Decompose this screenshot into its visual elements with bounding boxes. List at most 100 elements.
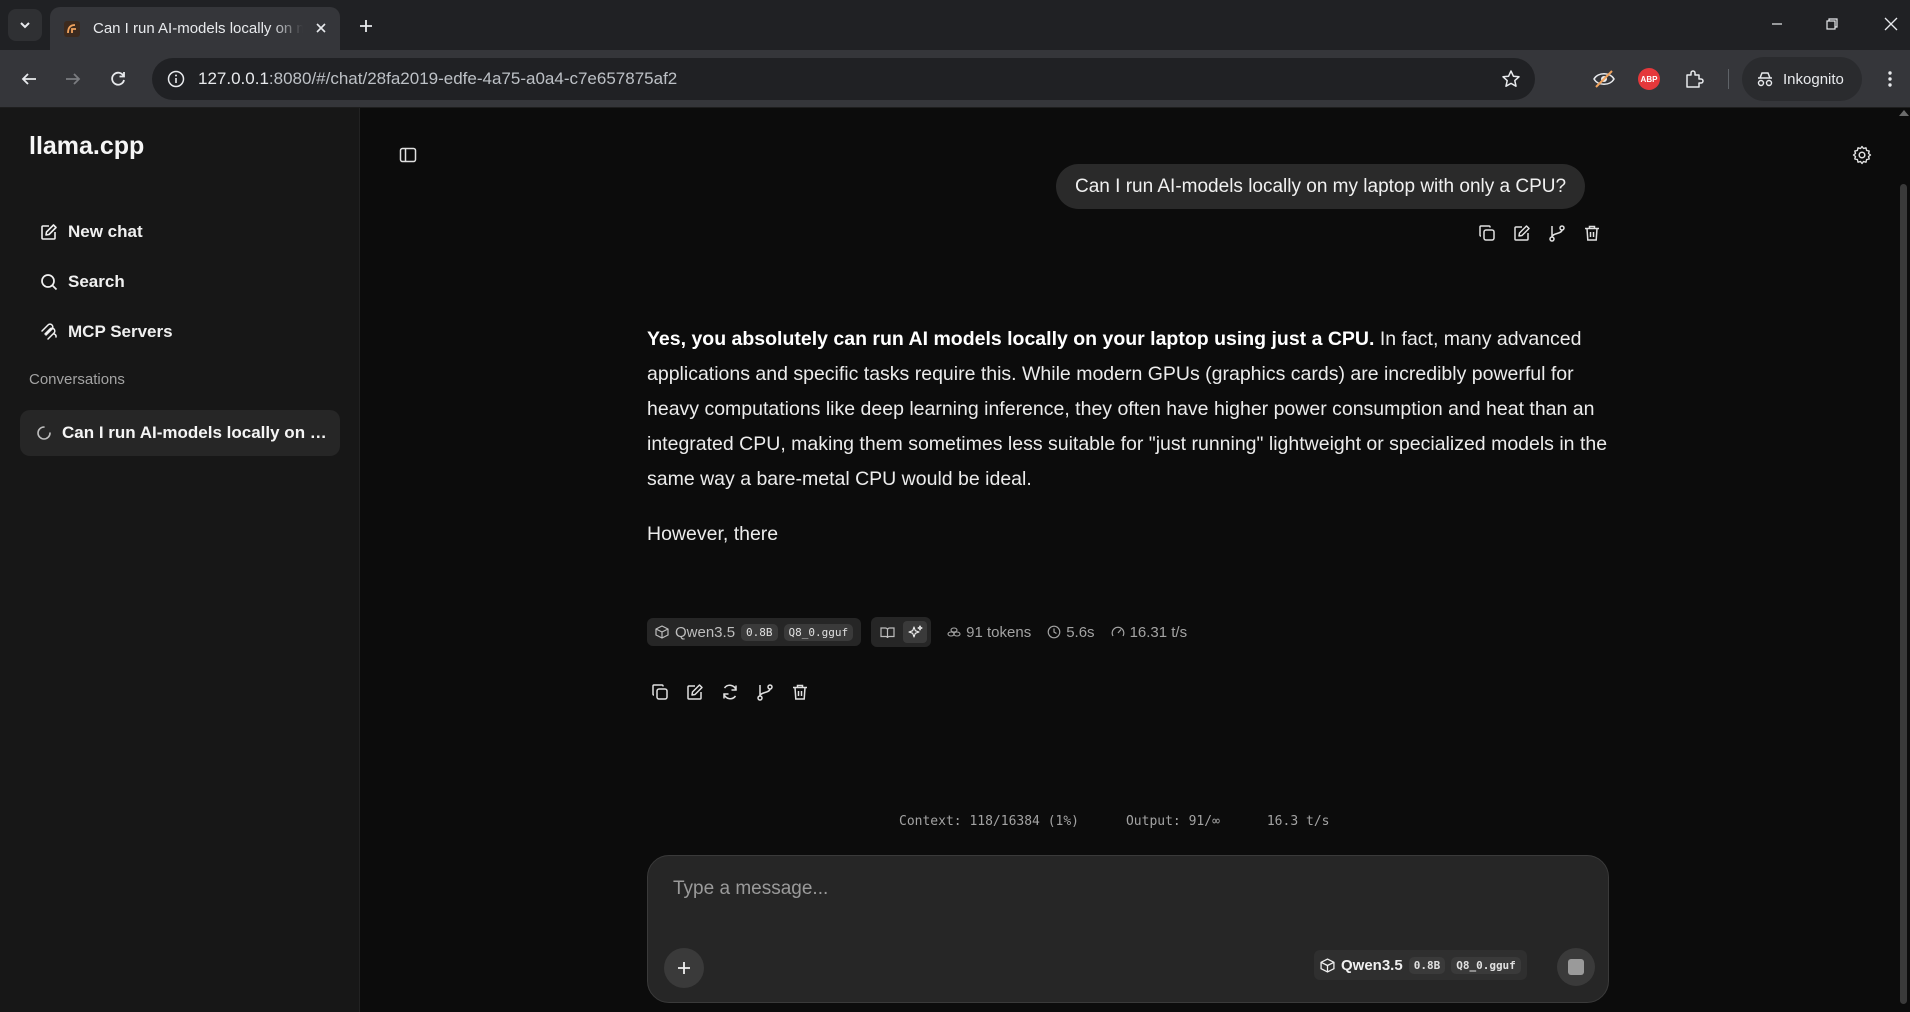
model-size-pill: 0.8B: [741, 623, 778, 641]
model-quant-pill: Q8_0.gguf: [783, 623, 854, 641]
bookmark-star-icon[interactable]: [1499, 67, 1523, 91]
token-count: 91 tokens: [947, 624, 1031, 641]
generation-time-text: 5.6s: [1066, 623, 1095, 641]
address-bar[interactable]: 127.0.0.1:8080/#/chat/28fa2019-edfe-4a75…: [152, 58, 1535, 100]
tokens-icon: [947, 627, 961, 637]
close-window-button[interactable]: [1862, 0, 1910, 48]
trash-icon[interactable]: [1580, 221, 1604, 245]
assistant-bold-intro: Yes, you absolutely can run AI models lo…: [647, 328, 1375, 350]
assistant-paragraph-1-text: In fact, many advanced applications and …: [647, 328, 1608, 490]
branch-icon[interactable]: [1545, 221, 1569, 245]
copy-icon[interactable]: [648, 680, 672, 704]
llama-favicon-icon: [63, 20, 81, 38]
extensions-puzzle-icon[interactable]: [1678, 63, 1710, 95]
stop-icon: [1568, 959, 1584, 975]
site-info-icon[interactable]: [162, 65, 190, 93]
reload-icon: [111, 71, 125, 86]
edit-icon: [41, 224, 57, 240]
sidebar-item-search[interactable]: Search: [20, 262, 340, 302]
browser-tab-active[interactable]: Can I run AI-models locally on my laptop…: [50, 7, 340, 50]
user-message-bubble: Can I run AI-models locally on my laptop…: [1056, 164, 1586, 209]
edit-icon[interactable]: [1510, 221, 1534, 245]
url-text[interactable]: 127.0.0.1:8080/#/chat/28fa2019-edfe-4a75…: [198, 69, 677, 89]
sidebar-item-mcp-servers[interactable]: MCP Servers: [20, 312, 340, 352]
assistant-message: Yes, you absolutely can run AI models lo…: [647, 322, 1609, 572]
book-open-icon[interactable]: [875, 621, 899, 643]
scroll-up-arrow-icon[interactable]: [1899, 110, 1909, 116]
sidebar-item-label: New chat: [68, 222, 143, 241]
copy-icon[interactable]: [1475, 221, 1499, 245]
sparkles-icon[interactable]: [903, 621, 928, 643]
panel-left-icon: [399, 147, 417, 163]
trash-icon[interactable]: [788, 680, 812, 704]
view-mode-toggle: [871, 617, 932, 647]
sidebar-toggle-button[interactable]: [394, 141, 422, 169]
sidebar-item-label: Search: [68, 272, 125, 291]
search-icon: [41, 274, 58, 291]
eye-off-extension-icon[interactable]: [1588, 63, 1620, 95]
browser-toolbar: 127.0.0.1:8080/#/chat/28fa2019-edfe-4a75…: [0, 50, 1910, 108]
clock-icon: [1047, 625, 1061, 639]
assistant-paragraph-1: Yes, you absolutely can run AI models lo…: [647, 322, 1609, 497]
gauge-icon: [1111, 626, 1124, 637]
message-input[interactable]: [673, 878, 1573, 900]
app-sidebar: llama.cpp New chat Search MCP Servers Co…: [0, 108, 360, 1012]
model-name: Qwen3.5: [675, 623, 736, 641]
generation-speed: 16.31 t/s: [1111, 624, 1187, 641]
minimize-icon: [1772, 23, 1782, 25]
new-tab-button[interactable]: [352, 12, 380, 40]
selected-model-name: Qwen3.5: [1341, 956, 1403, 974]
conversation-item[interactable]: Can I run AI-models locally on my laptop…: [20, 410, 340, 456]
model-quant-pill: Q8_0.gguf: [1451, 956, 1521, 974]
assistant-paragraph-2: However, there: [647, 523, 779, 545]
more-vertical-icon: [1888, 71, 1892, 87]
tab-search-button[interactable]: [8, 9, 42, 41]
scroll-thumb[interactable]: [1900, 184, 1907, 1004]
restore-icon: [1826, 18, 1838, 30]
generation-time: 5.6s: [1047, 623, 1095, 641]
abp-badge: ABP: [1638, 68, 1660, 90]
minimize-button[interactable]: [1748, 0, 1806, 48]
plus-icon: [360, 20, 372, 32]
arrow-left-icon: [21, 73, 36, 85]
plus-icon: [678, 962, 690, 974]
model-size-pill: 0.8B: [1408, 956, 1446, 974]
adblock-extension-icon[interactable]: ABP: [1633, 63, 1665, 95]
stop-generation-button[interactable]: [1557, 948, 1595, 986]
package-icon: [655, 625, 669, 639]
model-selector[interactable]: Qwen3.5 0.8B Q8_0.gguf: [1314, 950, 1527, 980]
context-usage-line: Context: 118/16384 (1%) Output: 91/∞ 16.…: [899, 814, 1330, 829]
conversation-title: Can I run AI-models locally on my laptop…: [62, 423, 332, 442]
app-brand: llama.cpp: [29, 132, 145, 160]
regenerate-icon[interactable]: [718, 680, 742, 704]
package-icon: [1320, 957, 1335, 973]
incognito-icon: [1757, 72, 1773, 87]
toolbar-divider: [1728, 69, 1729, 89]
forward-button[interactable]: [57, 63, 89, 95]
edit-icon[interactable]: [683, 680, 707, 704]
chat-scrollbar[interactable]: [1897, 108, 1910, 1012]
close-icon: [1884, 17, 1898, 31]
settings-button[interactable]: [1848, 141, 1876, 169]
sidebar-item-new-chat[interactable]: New chat: [20, 212, 340, 252]
arrow-right-icon: [66, 73, 81, 85]
restore-button[interactable]: [1803, 0, 1861, 48]
message-composer: Qwen3.5 0.8B Q8_0.gguf: [647, 855, 1609, 1003]
branch-icon[interactable]: [753, 680, 777, 704]
tab-title: Can I run AI-models locally on my laptop…: [93, 20, 303, 37]
url-path: :8080/#/chat/28fa2019-edfe-4a75-a0a4-c7e…: [268, 69, 678, 88]
back-button[interactable]: [13, 63, 45, 95]
attach-button[interactable]: [664, 948, 704, 988]
incognito-profile-button[interactable]: Inkognito: [1742, 57, 1862, 101]
chat-main: Can I run AI-models locally on my laptop…: [361, 108, 1910, 1012]
conversations-heading: Conversations: [29, 371, 125, 388]
browser-menu-button[interactable]: [1876, 63, 1904, 95]
mcp-icon: [41, 323, 57, 340]
loading-spinner-icon: [37, 426, 51, 440]
url-host: 127.0.0.1: [198, 69, 269, 88]
model-badge[interactable]: Qwen3.5 0.8B Q8_0.gguf: [647, 618, 862, 646]
reload-button[interactable]: [102, 63, 134, 95]
tab-close-icon[interactable]: [310, 17, 332, 39]
token-count-text: 91 tokens: [966, 623, 1032, 641]
gear-icon: [1852, 145, 1872, 165]
